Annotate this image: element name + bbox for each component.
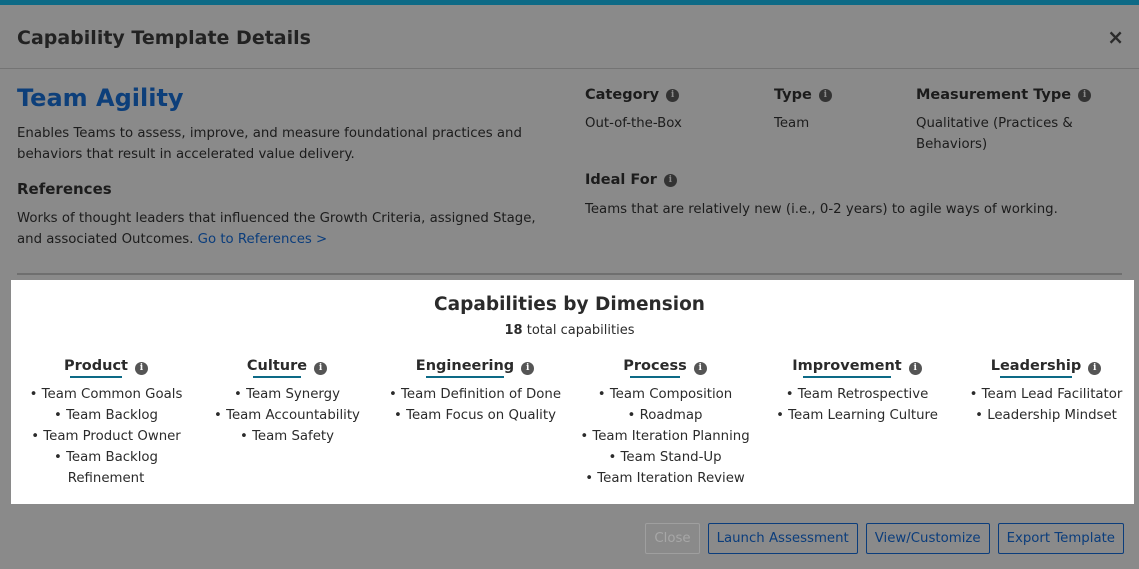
capability-item: • Team Backlog Refinement <box>54 450 158 486</box>
ideal-for-label-text: Ideal For <box>585 172 657 188</box>
dimension-column-engineering: Engineering i • Team Definition of Done … <box>380 358 570 426</box>
dimension-name: Culture <box>247 358 307 378</box>
dimension-column-improvement: Improvement i • Team Retrospective • Tea… <box>762 358 952 426</box>
info-icon[interactable]: i <box>521 361 535 375</box>
dimension-column-process: Process i • Team Composition • Roadmap •… <box>570 358 760 489</box>
capability-item: • Team Stand-Up <box>608 450 722 465</box>
info-icon[interactable]: i <box>314 361 328 375</box>
ideal-for-value: Teams that are relatively new (i.e., 0-2… <box>585 202 1058 217</box>
measurement-type-label: Measurement Type i <box>916 87 1092 103</box>
capability-item: • Roadmap <box>627 408 703 423</box>
section-divider <box>17 273 1122 275</box>
modal-title: Capability Template Details <box>17 27 311 49</box>
info-icon[interactable]: i <box>908 361 922 375</box>
panel-subtitle: 18 total capabilities <box>11 323 1128 338</box>
category-label: Category i <box>585 87 680 103</box>
close-button[interactable]: Close <box>645 523 700 554</box>
capability-name: Team Agility <box>17 84 184 112</box>
info-icon[interactable]: i <box>1088 361 1102 375</box>
references-text: Works of thought leaders that influenced… <box>17 208 557 250</box>
type-value: Team <box>774 116 810 131</box>
modal-header: Capability Template Details × <box>0 5 1139 69</box>
capability-item: • Team Learning Culture <box>776 408 938 423</box>
ideal-for-label: Ideal For i <box>585 172 677 188</box>
dimension-name: Improvement <box>792 358 902 378</box>
footer-actions: Close Launch Assessment View/Customize E… <box>645 523 1124 554</box>
capability-list: • Team Composition • Roadmap • Team Iter… <box>570 384 760 489</box>
info-icon[interactable]: i <box>818 88 832 102</box>
view-customize-button[interactable]: View/Customize <box>865 523 990 554</box>
info-icon[interactable]: i <box>1078 88 1092 102</box>
dimension-name: Process <box>623 358 687 378</box>
dimension-header: Improvement i <box>762 358 952 378</box>
capability-item: • Team Safety <box>240 429 334 444</box>
dimension-name: Leadership <box>991 358 1081 378</box>
dimension-column-product: Product i • Team Common Goals • Team Bac… <box>11 358 201 489</box>
dimension-header: Process i <box>570 358 760 378</box>
export-template-button[interactable]: Export Template <box>997 523 1124 554</box>
dimension-name: Engineering <box>416 358 514 378</box>
capability-item: • Team Backlog <box>54 408 158 423</box>
dimension-header: Product i <box>11 358 201 378</box>
capability-list: • Team Synergy • Team Accountability • T… <box>192 384 382 447</box>
capability-item: • Team Iteration Planning <box>580 429 750 444</box>
info-icon[interactable]: i <box>693 361 707 375</box>
go-to-references-link[interactable]: Go to References > <box>198 232 328 247</box>
capability-item: • Team Common Goals <box>29 387 183 402</box>
measurement-type-value: Qualitative (Practices & Behaviors) <box>916 116 1073 152</box>
capability-list: • Team Lead Facilitator • Leadership Min… <box>951 384 1139 426</box>
category-label-text: Category <box>585 87 660 103</box>
capability-description: Enables Teams to assess, improve, and me… <box>17 126 522 162</box>
capability-list: • Team Definition of Done • Team Focus o… <box>380 384 570 426</box>
dimension-header: Culture i <box>192 358 382 378</box>
type-label: Type i <box>774 87 832 103</box>
capability-list: • Team Retrospective • Team Learning Cul… <box>762 384 952 426</box>
info-icon[interactable]: i <box>666 88 680 102</box>
capability-item: • Team Focus on Quality <box>394 408 556 423</box>
info-icon[interactable]: i <box>663 173 677 187</box>
capability-item: • Leadership Mindset <box>975 408 1117 423</box>
dimension-column-culture: Culture i • Team Synergy • Team Accounta… <box>192 358 382 447</box>
capability-item: • Team Lead Facilitator <box>969 387 1123 402</box>
measurement-type-label-text: Measurement Type <box>916 87 1072 103</box>
total-suffix: total capabilities <box>526 323 635 338</box>
capability-item: • Team Product Owner <box>31 429 181 444</box>
dimension-name: Product <box>64 358 128 378</box>
capabilities-panel: Capabilities by Dimension 18 total capab… <box>11 280 1134 504</box>
capability-list: • Team Common Goals • Team Backlog • Tea… <box>11 384 201 489</box>
capability-item: • Team Definition of Done <box>388 387 562 402</box>
dimension-column-leadership: Leadership i • Team Lead Facilitator • L… <box>951 358 1139 426</box>
category-value: Out-of-the-Box <box>585 116 682 131</box>
references-heading: References <box>17 180 112 198</box>
panel-title: Capabilities by Dimension <box>434 294 705 315</box>
total-count: 18 <box>504 323 523 338</box>
type-label-text: Type <box>774 87 812 103</box>
info-icon[interactable]: i <box>134 361 148 375</box>
capability-item: • Team Synergy <box>234 387 340 402</box>
capability-item: • Team Retrospective <box>785 387 929 402</box>
launch-assessment-button[interactable]: Launch Assessment <box>707 523 858 554</box>
dimension-header: Engineering i <box>380 358 570 378</box>
capability-item: • Team Iteration Review <box>585 471 745 486</box>
capability-item: • Team Composition <box>597 387 733 402</box>
close-icon[interactable]: × <box>1107 27 1124 47</box>
capability-item: • Team Accountability <box>214 408 360 423</box>
dimension-header: Leadership i <box>951 358 1139 378</box>
